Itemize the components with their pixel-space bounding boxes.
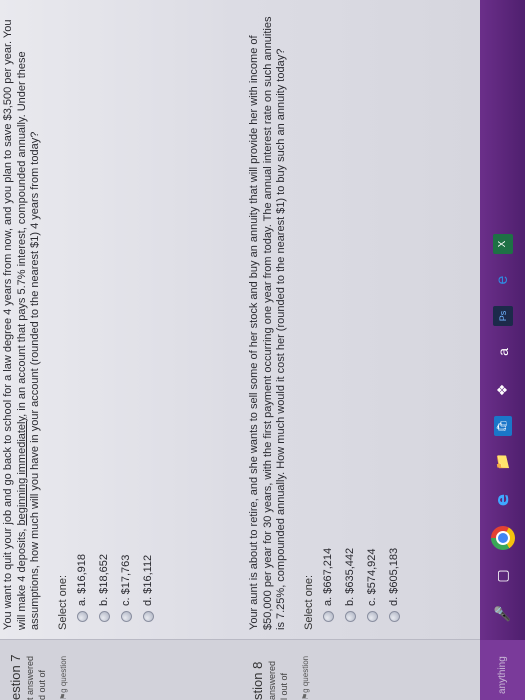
question-8-select-label: Select one: [302, 574, 315, 630]
question-info-strip [0, 639, 480, 700]
rotated-screen: estion 7 t answered d out of g question … [0, 0, 525, 700]
taskbar: anything 🎤 ▢ e 📁 🛍 ❖ a Ps e X [480, 0, 525, 700]
edge-icon[interactable]: e [491, 488, 515, 512]
option-label: b. $18,652 [97, 554, 110, 606]
radio-button[interactable] [322, 611, 334, 622]
question-7-number: estion 7 [8, 654, 23, 700]
option-label: d. $605,183 [387, 547, 400, 606]
question-8: Your aunt is about to retire, and she wa… [248, 8, 410, 630]
question-7-option-b[interactable]: b. $18,652 [98, 8, 111, 622]
radio-button[interactable] [366, 611, 378, 622]
question-8-option-b[interactable]: b. $635,442 [344, 8, 357, 622]
question-8-option-a[interactable]: a. $667,214 [322, 8, 335, 622]
option-label: c. $17,763 [119, 554, 132, 606]
option-label: a. $16,918 [75, 554, 88, 606]
question-7-status: t answered [25, 655, 35, 700]
question-8-info: stion 8 answered l out of g question [250, 640, 312, 700]
question-7-option-a[interactable]: a. $16,918 [76, 8, 89, 622]
question-8-marks: l out of [279, 672, 289, 700]
store-icon[interactable]: 🛍 [493, 416, 512, 436]
option-label: c. $574,924 [365, 548, 378, 607]
question-7-option-d[interactable]: d. $16,112 [142, 8, 155, 622]
question-7-text-underlined: beginning immediately [15, 416, 28, 526]
radio-button[interactable] [344, 611, 356, 622]
task-view-icon[interactable]: ▢ [491, 564, 515, 588]
taskbar-search-input[interactable]: anything [480, 640, 525, 700]
question-8-status: answered [267, 660, 277, 700]
question-8-text: Your aunt is about to retire, and she wa… [248, 16, 287, 631]
chrome-icon[interactable] [490, 526, 515, 550]
question-7-flag[interactable]: g question [58, 640, 70, 700]
question-8-option-d[interactable]: d. $605,183 [388, 8, 401, 622]
option-label: a. $667,214 [321, 547, 334, 606]
microphone-icon[interactable]: 🎤 [491, 602, 515, 626]
question-7-info: estion 7 t answered d out of g question [8, 640, 70, 700]
question-8-option-c[interactable]: c. $574,924 [366, 8, 379, 622]
question-8-number: stion 8 [250, 661, 265, 700]
radio-button[interactable] [388, 611, 400, 622]
question-7-select-label: Select one: [56, 574, 69, 630]
file-explorer-icon[interactable]: 📁 [491, 450, 515, 474]
question-7-option-c[interactable]: c. $17,763 [120, 8, 133, 622]
excel-icon[interactable]: X [492, 234, 513, 254]
option-label: b. $635,442 [343, 547, 356, 606]
option-label: d. $16,112 [141, 554, 154, 606]
radio-button[interactable] [142, 611, 154, 622]
photoshop-icon[interactable]: Ps [492, 306, 513, 326]
question-7-text: You want to quit your job and go back to… [2, 8, 43, 631]
amazon-icon[interactable]: a [491, 340, 515, 364]
question-8-flag[interactable]: g question [300, 640, 312, 700]
question-7: You want to quit your job and go back to… [2, 8, 164, 630]
radio-button[interactable] [98, 611, 110, 622]
question-7-marks: d out of [37, 669, 47, 700]
radio-button[interactable] [76, 611, 88, 622]
ie-icon[interactable]: e [491, 268, 515, 292]
radio-button[interactable] [120, 611, 132, 622]
dropbox-icon[interactable]: ❖ [491, 378, 515, 402]
